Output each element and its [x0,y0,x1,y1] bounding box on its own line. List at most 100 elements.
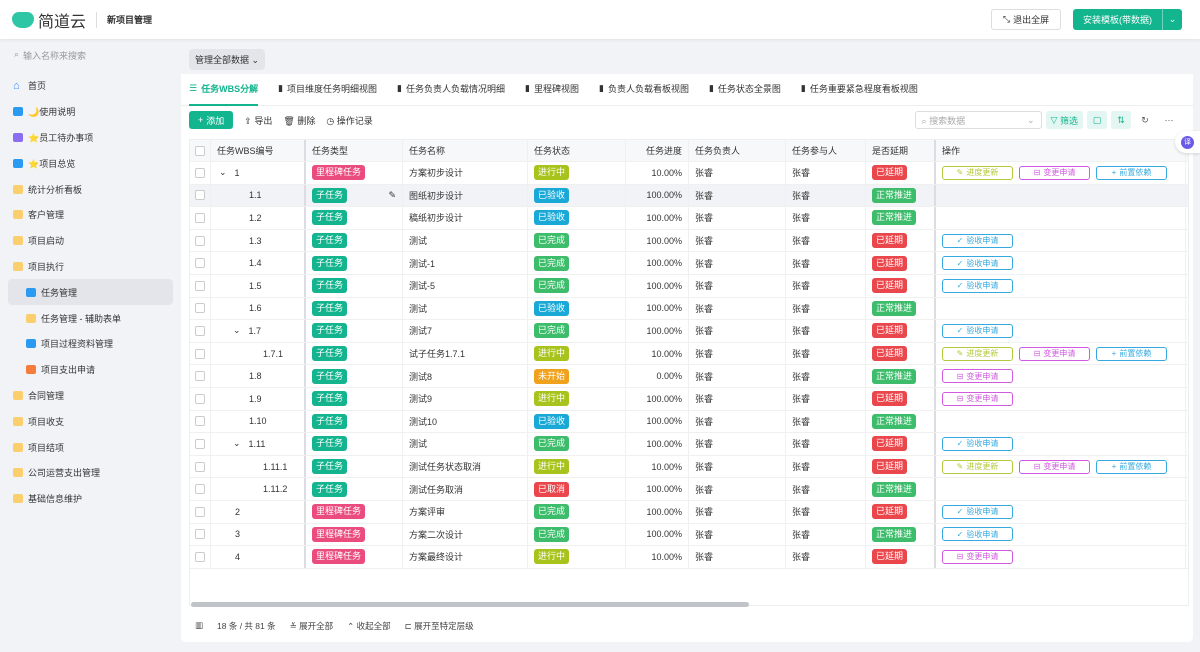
action-button[interactable]: ✎ 进度更新 [942,459,1013,474]
filter-button[interactable]: ▽ 筛选 [1045,111,1083,129]
row-checkbox[interactable] [195,325,205,336]
action-button[interactable]: + 前置依赖 [1096,459,1167,474]
table-row[interactable]: 1.11.1 子任务 测试任务状态取消 进行中 10.00% 张睿 张睿 已延期 ✎ 进度更新 ⊟ 变… [190,455,1188,479]
sort-icon[interactable]: ⇅ [1111,111,1131,129]
sidebar-item[interactable]: 项目结项 [8,434,173,460]
table-row[interactable]: 1.10 子任务 测试10 已验收 100.00% 张睿 张睿 正常推进 [190,410,1188,434]
sidebar-item[interactable]: ⌂ 首页 [8,73,173,99]
install-template-button[interactable]: 安装模板(带数据) ⌄ [1073,9,1182,30]
row-checkbox[interactable] [195,551,205,562]
table-row[interactable]: ⌄ 1.7 子任务 测试7 已完成 100.00% 张睿 张睿 已延期 ✓ 验收申请 [190,320,1188,343]
tab-view[interactable]: ▮ 里程碑视图 [525,74,579,106]
action-button[interactable]: ✓ 验收申请 [942,256,1013,271]
search-input[interactable]: ⌕ 搜索数据 ⌄ [914,111,1042,129]
row-checkbox[interactable] [195,484,205,495]
sidebar-item[interactable]: 公司运营支出管理 [8,460,173,486]
table-row[interactable]: 1.1 子任务 ✎ 图纸初步设计 已验收 100.00% 张睿 张睿 正常推进 [190,184,1188,208]
export-button[interactable]: ⇪ 导出 [244,114,272,127]
chevron-down-icon[interactable]: ⌄ [219,167,227,178]
action-button[interactable]: ⊟ 变更申请 [1019,165,1090,180]
sidebar-item[interactable]: 项目启动 [8,228,173,254]
table-row[interactable]: 1.11.2 子任务 测试任务取消 已取消 100.00% 张睿 张睿 正常推进 [190,478,1188,501]
action-button[interactable]: ✓ 验收申请 [942,323,1013,338]
delete-button[interactable]: 🗑 删除 [283,114,315,127]
tab-view[interactable]: ▮ 任务状态全景图 [709,74,781,106]
sidebar-item[interactable]: ⭐员工待办事项 [8,125,173,151]
expand-level-button[interactable]: ⊏ 展开至特定层级 [405,620,474,632]
row-checkbox[interactable] [195,280,205,291]
row-checkbox[interactable] [195,258,205,269]
sidebar-item[interactable]: 统计分析看板 [8,176,173,202]
table-row[interactable]: 1.6 子任务 测试 已验收 100.00% 张睿 张睿 正常推进 [190,297,1188,321]
translate-button[interactable]: 译 [1175,131,1200,153]
edit-icon[interactable]: ✎ [388,190,396,201]
table-row[interactable]: 1.9 子任务 测试9 进行中 100.00% 张睿 张睿 已延期 ⊟ 变更申请 [190,388,1188,411]
sidebar-item[interactable]: ⭐项目总览 [8,150,173,176]
table-row[interactable]: 1.2 子任务 稿纸初步设计 已验收 100.00% 张睿 张睿 正常推进 [190,207,1188,230]
table-row[interactable]: 1.8 子任务 测试8 未开始 0.00% 张睿 张睿 正常推进 ⊟ 变更申请 [190,365,1188,388]
sidebar-item[interactable]: 项目过程资料管理 [8,331,173,357]
row-checkbox[interactable] [195,212,205,223]
chevron-down-icon[interactable]: ⌄ [1162,9,1182,30]
row-checkbox[interactable] [195,529,205,540]
row-checkbox[interactable] [195,167,205,178]
add-button[interactable]: + 添加 [189,111,234,129]
more-icon[interactable]: ··· [1159,111,1179,129]
data-scope-select[interactable]: 管理全部数据 ⌄ [189,48,266,70]
action-button[interactable]: ✎ 进度更新 [942,165,1013,180]
table-row[interactable]: 1.3 子任务 测试 已完成 100.00% 张睿 张睿 已延期 ✓ 验收申请 [190,229,1188,253]
action-button[interactable]: ⊟ 变更申请 [1019,346,1090,361]
column-header[interactable]: 任务名称 [403,140,528,161]
action-button[interactable]: ✓ 验收申请 [942,527,1013,542]
action-button[interactable]: ✓ 验收申请 [942,504,1013,519]
collapse-all-button[interactable]: ⌃ 收起全部 [347,620,391,632]
sidebar-item[interactable]: 🌙使用说明 [8,99,173,125]
horizontal-scrollbar[interactable] [191,602,749,607]
action-button[interactable]: ✓ 验收申请 [942,278,1013,293]
chevron-down-icon[interactable]: ⌄ [233,325,241,336]
sidebar-item[interactable]: 客户管理 [8,202,173,228]
table-row[interactable]: ⌄ 1 里程碑任务 方案初步设计 进行中 10.00% 张睿 张睿 已延期 ✎ 进度更新 ⊟ 变更申请 +… [190,162,1188,185]
row-checkbox[interactable] [195,190,205,201]
action-button[interactable]: + 前置依赖 [1096,165,1167,180]
action-button[interactable]: + 前置依赖 [1096,346,1167,361]
table-row[interactable]: 1.4 子任务 测试-1 已完成 100.00% 张睿 张睿 已延期 ✓ 验收申请 [190,252,1188,275]
table-row[interactable]: 1.5 子任务 测试-5 已完成 100.00% 张睿 张睿 已延期 ✓ 验收申请 [190,275,1188,298]
table-row[interactable]: 4 里程碑任务 方案最终设计 进行中 10.00% 张睿 张睿 已延期 ⊟ 变更申请 [190,546,1188,569]
comment-icon[interactable]: ▢ [1087,111,1107,129]
action-button[interactable]: ⊟ 变更申请 [942,391,1013,406]
column-header[interactable]: 任务参与人 [786,140,866,161]
tab-view[interactable]: ▮ 项目维度任务明细视图 [278,74,377,106]
tab-view[interactable]: ▮ 负责人负载看板视图 [599,74,689,106]
row-checkbox[interactable] [195,235,205,246]
expand-all-button[interactable]: ≚ 展开全部 [290,620,334,632]
action-button[interactable]: ✓ 验收申请 [942,436,1013,451]
action-button[interactable]: ✓ 验收申请 [942,233,1013,248]
install-label[interactable]: 安装模板(带数据) [1073,9,1162,30]
tab-view[interactable]: ▮ 任务负责人负载情况明细 [397,74,505,106]
operation-log-button[interactable]: ◷ 操作记录 [326,114,372,127]
sidebar-item[interactable]: 项目支出申请 [8,357,173,383]
table-row[interactable]: ⌄ 1.11 子任务 测试 已完成 100.00% 张睿 张睿 已延期 ✓ 验收申请 [190,433,1188,456]
column-header[interactable]: 任务进度 [626,140,689,161]
table-row[interactable]: 3 里程碑任务 方案二次设计 已完成 100.00% 张睿 张睿 正常推进 ✓ 验收申请 [190,523,1188,547]
column-header[interactable]: 任务WBS编号 [211,140,306,161]
table-row[interactable]: 1.7.1 子任务 试子任务1.7.1 进行中 10.00% 张睿 张睿 已延期 ✎ 进度更新 ⊟ 变… [190,342,1188,366]
sidebar-search-input[interactable]: ⌕ 输入名称来搜索 [14,49,86,62]
table-row[interactable]: 2 里程碑任务 方案评审 已完成 100.00% 张睿 张睿 已延期 ✓ 验收申请 [190,501,1188,524]
columns-icon[interactable]: ▥ [195,620,203,632]
select-all-checkbox[interactable] [195,145,205,156]
action-button[interactable]: ⊟ 变更申请 [1019,459,1090,474]
column-header[interactable]: 是否延期 [866,140,936,161]
chevron-down-icon[interactable]: ⌄ [233,438,241,449]
row-checkbox[interactable] [195,303,205,314]
column-header[interactable]: 任务状态 [528,140,626,161]
sidebar-item[interactable]: 任务管理 [8,279,173,306]
sidebar-item[interactable]: 任务管理 - 辅助表单 [8,305,173,331]
exit-fullscreen-button[interactable]: ⤡ 退出全屏 [991,9,1061,30]
column-header[interactable]: 任务负责人 [689,140,786,161]
action-button[interactable]: ⊟ 变更申请 [942,369,1013,384]
tab-view[interactable]: ▮ 任务重要紧急程度看板视图 [801,74,918,106]
sidebar-item[interactable]: 基础信息维护 [8,486,173,512]
row-checkbox[interactable] [195,393,205,404]
